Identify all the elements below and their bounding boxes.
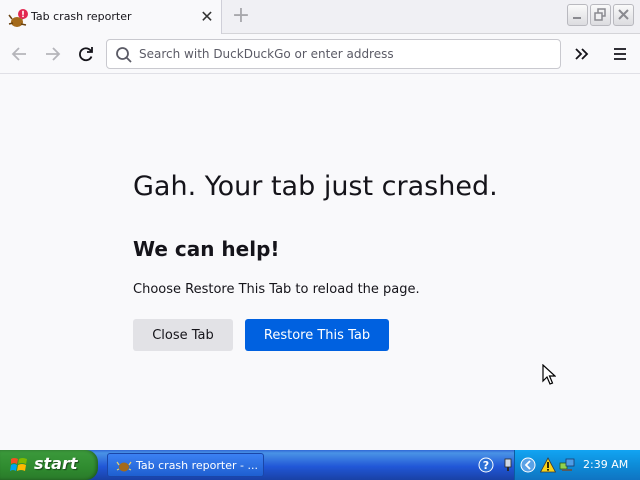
mouse-pointer-icon <box>542 364 556 385</box>
menu-icon[interactable] <box>606 40 634 68</box>
overflow-chevron-icon[interactable] <box>568 40 596 68</box>
close-tab-button[interactable]: Close Tab <box>133 319 233 351</box>
search-icon <box>116 47 132 63</box>
warning-icon[interactable] <box>540 457 556 473</box>
address-input[interactable] <box>139 45 549 63</box>
tab-title: Tab crash reporter <box>31 10 132 23</box>
crash-bug-icon <box>8 9 28 27</box>
page-title: Gah. Your tab just crashed. <box>133 171 498 202</box>
crash-description: Choose Restore This Tab to reload the pa… <box>133 282 420 297</box>
taskbar: start Tab crash reporter - ... ? 2:39 AM <box>0 450 640 480</box>
system-clock: 2:39 AM <box>583 458 629 471</box>
close-icon[interactable]: ✕ <box>198 8 216 26</box>
navigation-toolbar <box>0 34 640 74</box>
windows-logo-icon <box>10 458 27 471</box>
taskbar-item-tab-crash-reporter[interactable]: Tab crash reporter - ... <box>107 453 264 477</box>
forward-arrow-icon[interactable] <box>38 40 66 68</box>
plus-icon[interactable]: + <box>228 4 254 30</box>
back-arrow-icon[interactable] <box>6 40 34 68</box>
minimize-icon[interactable] <box>567 4 588 26</box>
taskbar-item-label: Tab crash reporter - ... <box>136 459 258 472</box>
collapse-tray-icon[interactable] <box>520 457 536 473</box>
url-bar[interactable] <box>106 39 561 69</box>
reload-icon[interactable] <box>72 40 100 68</box>
crash-page: Gah. Your tab just crashed. We can help!… <box>0 75 640 450</box>
network-icon[interactable] <box>559 457 575 473</box>
start-button[interactable]: start <box>0 450 98 480</box>
start-label: start <box>34 454 78 473</box>
tab-strip: Tab crash reporter ✕ + <box>0 0 640 34</box>
tab-crash-reporter[interactable]: Tab crash reporter ✕ <box>0 0 222 34</box>
help-icon[interactable]: ? <box>478 457 494 473</box>
system-tray: 2:39 AM <box>514 450 640 480</box>
window-close-icon[interactable] <box>613 4 634 26</box>
page-subtitle: We can help! <box>133 237 280 261</box>
svg-text:?: ? <box>483 459 489 472</box>
crash-bug-icon <box>116 461 132 472</box>
maximize-icon[interactable] <box>590 4 611 26</box>
restore-tab-button[interactable]: Restore This Tab <box>245 319 389 351</box>
window-controls <box>567 4 634 26</box>
